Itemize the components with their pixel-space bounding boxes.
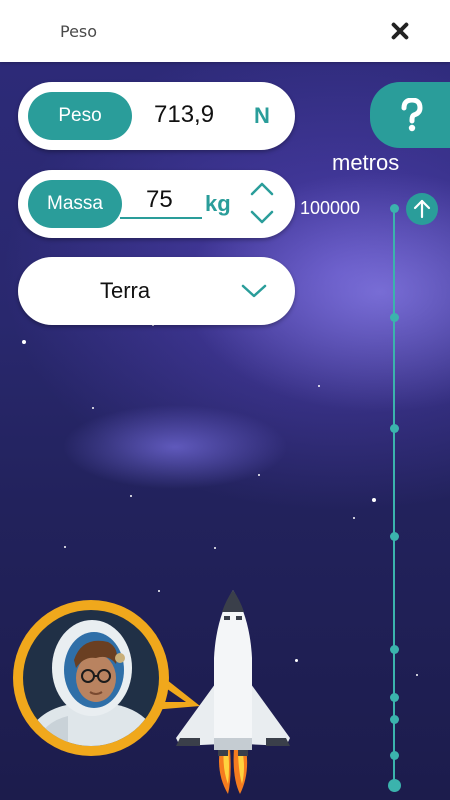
mass-unit: kg	[205, 191, 231, 216]
mass-card: Massa 75 kg	[18, 170, 295, 238]
altitude-unit-label: metros	[332, 150, 400, 175]
star	[130, 495, 132, 497]
rocket-icon	[176, 590, 290, 794]
weight-label-pill: Peso	[28, 92, 132, 140]
star	[258, 474, 260, 476]
altitude-tick	[389, 693, 399, 702]
altitude-tick	[389, 313, 399, 322]
altitude-tick	[389, 715, 399, 724]
chevron-down-icon	[241, 284, 267, 298]
app-header: Peso	[0, 0, 450, 62]
chevron-down-icon[interactable]	[248, 208, 276, 226]
altitude-tick	[389, 645, 399, 654]
page-title: Peso	[60, 21, 98, 41]
altitude-tick	[389, 204, 399, 213]
star	[92, 407, 94, 409]
altitude-tick	[389, 532, 399, 541]
star	[372, 498, 376, 502]
star	[214, 547, 216, 549]
mass-input-underline	[120, 217, 202, 219]
star	[22, 340, 26, 344]
scroll-up-button[interactable]	[406, 193, 438, 225]
altitude-marker	[387, 779, 401, 792]
star	[416, 674, 418, 676]
star	[158, 590, 160, 592]
star	[353, 517, 355, 519]
altitude-top-value: 100000	[300, 198, 361, 218]
mass-input[interactable]: 75	[146, 186, 173, 214]
planet-select[interactable]: Terra	[18, 257, 295, 325]
mass-label-pill: Massa	[28, 180, 122, 228]
help-button[interactable]	[370, 82, 450, 148]
planet-select-value: Terra	[100, 278, 151, 303]
altitude-tick	[389, 424, 399, 433]
weight-unit: N	[254, 103, 270, 128]
close-icon[interactable]	[388, 19, 412, 43]
star	[318, 385, 320, 387]
star	[64, 546, 66, 548]
arrow-up-icon	[413, 199, 431, 219]
weight-value: 713,9	[154, 101, 215, 128]
chevron-up-icon[interactable]	[248, 180, 276, 198]
weight-card: Peso 713,9 N	[18, 82, 295, 150]
question-icon	[401, 98, 423, 132]
altitude-tick	[389, 751, 399, 760]
